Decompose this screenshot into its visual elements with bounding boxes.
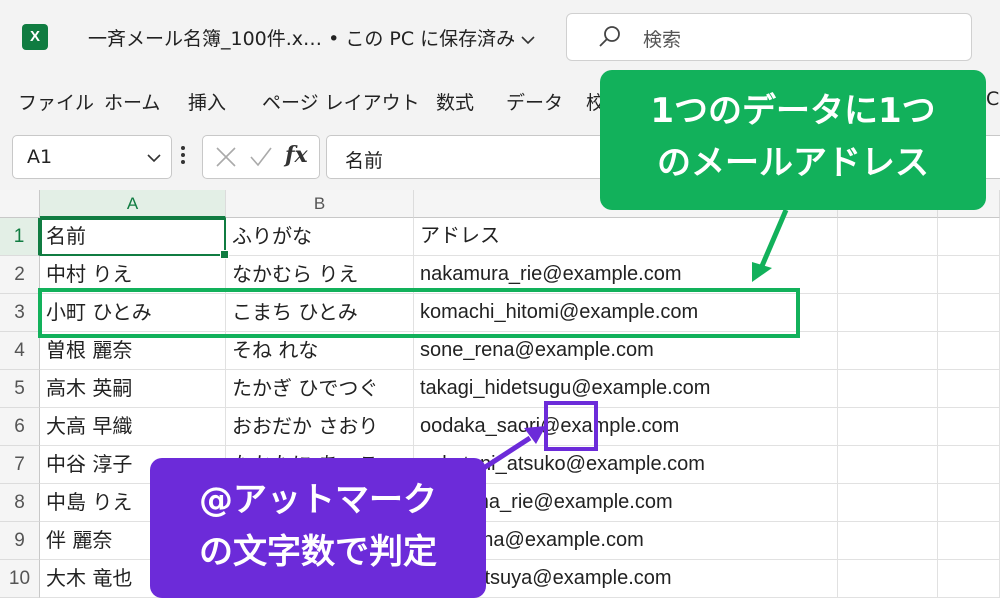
chevron-down-icon bbox=[521, 28, 535, 50]
more-options-icon[interactable] bbox=[180, 142, 186, 168]
column-header-b[interactable]: B bbox=[226, 190, 414, 218]
cell-e[interactable] bbox=[938, 332, 1000, 370]
cell-c[interactable]: oodaka_saori@example.com bbox=[414, 408, 838, 446]
cancel-icon[interactable] bbox=[215, 146, 237, 168]
insert-function-button[interactable]: fx bbox=[285, 142, 308, 168]
cell-d[interactable] bbox=[838, 408, 938, 446]
cell-e[interactable] bbox=[938, 218, 1000, 256]
name-box-value: A1 bbox=[27, 146, 53, 168]
tab-home[interactable]: ホーム bbox=[104, 88, 160, 115]
formula-value: 名前 bbox=[345, 150, 384, 172]
document-title[interactable]: 一斉メール名簿_100件.x… • この PC に保存済み bbox=[88, 24, 535, 51]
tab-formulas[interactable]: 数式 bbox=[436, 88, 474, 115]
cell-a[interactable]: 大高 早織 bbox=[40, 408, 226, 446]
enter-check-icon[interactable] bbox=[249, 146, 273, 168]
row-header[interactable]: 7 bbox=[0, 446, 40, 484]
cell-d[interactable] bbox=[838, 560, 938, 598]
row-header[interactable]: 4 bbox=[0, 332, 40, 370]
cell-e[interactable] bbox=[938, 408, 1000, 446]
row-header[interactable]: 1 bbox=[0, 218, 40, 256]
purple-callout-line-1: @アットマーク bbox=[199, 480, 437, 520]
cell-d[interactable] bbox=[838, 294, 938, 332]
cell-d[interactable] bbox=[838, 218, 938, 256]
cell-d[interactable] bbox=[838, 370, 938, 408]
row-3-highlight bbox=[38, 288, 800, 338]
cell-e[interactable] bbox=[938, 560, 1000, 598]
cell-d[interactable] bbox=[838, 256, 938, 294]
row-header[interactable]: 3 bbox=[0, 294, 40, 332]
cell-e[interactable] bbox=[938, 256, 1000, 294]
cell-e[interactable] bbox=[938, 294, 1000, 332]
green-callout-line-2: のメールアドレス bbox=[657, 143, 929, 183]
row-header[interactable]: 9 bbox=[0, 522, 40, 560]
chevron-down-icon[interactable] bbox=[147, 150, 161, 164]
purple-callout-line-2: の文字数で判定 bbox=[199, 532, 437, 572]
cell-d[interactable] bbox=[838, 484, 938, 522]
cell-d[interactable] bbox=[838, 522, 938, 560]
column-header-a[interactable]: A bbox=[40, 190, 226, 218]
formula-controls: fx bbox=[202, 135, 320, 179]
tab-file[interactable]: ファイル bbox=[18, 88, 94, 115]
purple-callout: @アットマーク の文字数で判定 bbox=[150, 458, 486, 598]
cell-a[interactable]: 名前 bbox=[40, 218, 226, 256]
document-title-text: 一斉メール名簿_100件.x… • この PC に保存済み bbox=[88, 28, 516, 50]
tab-page-layout[interactable]: ページ レイアウト bbox=[262, 88, 420, 115]
tab-insert[interactable]: 挿入 bbox=[188, 88, 226, 115]
row-header[interactable]: 6 bbox=[0, 408, 40, 446]
cell-d[interactable] bbox=[838, 332, 938, 370]
cell-c[interactable]: takagi_hidetsugu@example.com bbox=[414, 370, 838, 408]
cell-d[interactable] bbox=[838, 446, 938, 484]
cell-b[interactable]: たかぎ ひでつぐ bbox=[226, 370, 414, 408]
green-callout-line-1: 1つのデータに1つ bbox=[650, 91, 936, 131]
tab-overflow[interactable]: C bbox=[986, 88, 999, 110]
row-header[interactable]: 5 bbox=[0, 370, 40, 408]
cell-e[interactable] bbox=[938, 446, 1000, 484]
cell-e[interactable] bbox=[938, 484, 1000, 522]
title-bar: X 一斉メール名簿_100件.x… • この PC に保存済み 検索 bbox=[0, 0, 1000, 78]
name-box[interactable]: A1 bbox=[12, 135, 172, 179]
at-sign-highlight bbox=[544, 401, 598, 451]
cell-b[interactable]: ふりがな bbox=[226, 218, 414, 256]
cell-b[interactable]: おおだか さおり bbox=[226, 408, 414, 446]
cell-e[interactable] bbox=[938, 522, 1000, 560]
tab-data[interactable]: データ bbox=[506, 88, 563, 115]
cell-a[interactable]: 高木 英嗣 bbox=[40, 370, 226, 408]
excel-app-icon[interactable]: X bbox=[22, 24, 48, 50]
row-header[interactable]: 10 bbox=[0, 560, 40, 598]
row-header[interactable]: 8 bbox=[0, 484, 40, 522]
select-all-corner[interactable] bbox=[0, 190, 40, 218]
cell-e[interactable] bbox=[938, 370, 1000, 408]
search-input[interactable]: 検索 bbox=[566, 13, 972, 61]
row-header[interactable]: 2 bbox=[0, 256, 40, 294]
green-callout: 1つのデータに1つ のメールアドレス bbox=[600, 70, 986, 210]
cell-c[interactable]: アドレス bbox=[414, 218, 838, 256]
search-placeholder: 検索 bbox=[643, 29, 682, 51]
search-icon bbox=[597, 24, 623, 50]
